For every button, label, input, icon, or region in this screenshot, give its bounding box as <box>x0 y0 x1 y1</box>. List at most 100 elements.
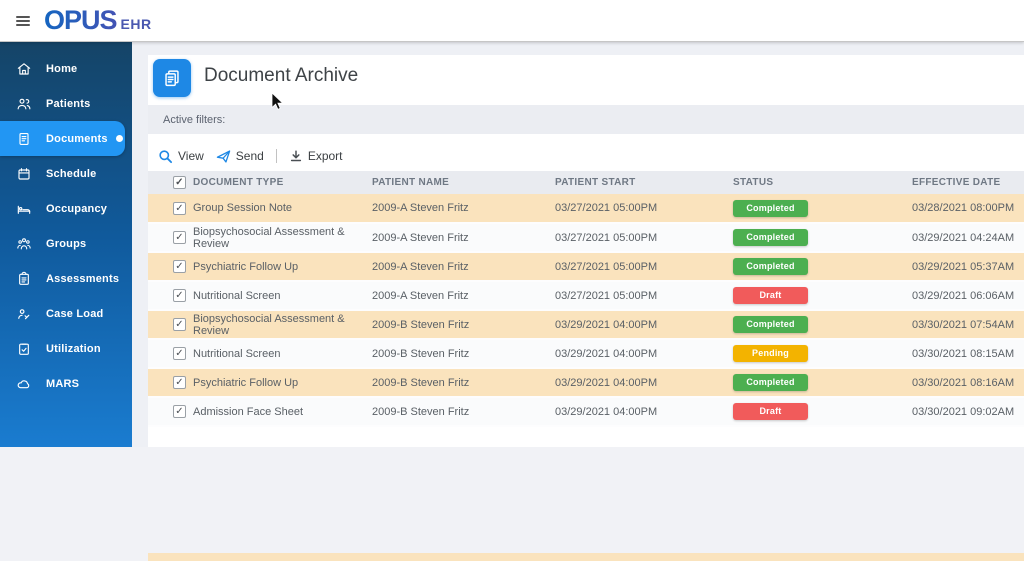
status-badge: Draft <box>733 403 808 420</box>
row-checkbox[interactable]: ✓ <box>173 202 186 215</box>
sidebar-item-mars[interactable]: MARS <box>0 366 132 401</box>
sidebar-item-occupancy[interactable]: Occupancy <box>0 191 132 226</box>
export-label: Export <box>308 149 343 163</box>
cell-document-type: Nutritional Screen <box>193 281 372 310</box>
patients-icon <box>16 95 33 112</box>
cell-patient-name: 2009-B Steven Fritz <box>372 339 555 368</box>
sidebar-item-patients[interactable]: Patients <box>0 86 132 121</box>
sidebar-item-label: Documents <box>46 133 108 145</box>
cell-patient-name: 2009-A Steven Fritz <box>372 194 555 223</box>
sidebar-item-home[interactable]: Home <box>0 51 132 86</box>
select-all-checkbox[interactable]: ✓ <box>173 176 186 189</box>
search-icon <box>158 149 173 164</box>
sidebar-item-label: Utilization <box>46 343 101 355</box>
status-badge: Completed <box>733 229 808 246</box>
column-patient-start[interactable]: PATIENT START <box>555 171 733 194</box>
status-badge: Completed <box>733 258 808 275</box>
toolbar-divider <box>276 149 277 163</box>
sidebar-item-label: Schedule <box>46 168 97 180</box>
cell-effective-date: 03/28/2021 08:00PM <box>912 194 1024 223</box>
caseload-icon <box>16 305 33 322</box>
cell-patient-start: 03/29/2021 04:00PM <box>555 339 733 368</box>
view-label: View <box>178 149 204 163</box>
active-filters-label: Active filters: <box>163 114 225 126</box>
cell-effective-date: 03/29/2021 06:06AM <box>912 281 1024 310</box>
row-checkbox[interactable]: ✓ <box>173 231 186 244</box>
status-badge: Completed <box>733 374 808 391</box>
cell-patient-name: 2009-B Steven Fritz <box>372 310 555 339</box>
cell-effective-date: 03/30/2021 09:02AM <box>912 397 1024 426</box>
top-bar: OPUS EHR <box>0 0 1024 42</box>
document-archive-icon <box>153 59 191 97</box>
column-status[interactable]: STATUS <box>733 171 912 194</box>
groups-icon <box>16 235 33 252</box>
cell-patient-start: 03/27/2021 05:00PM <box>555 223 733 252</box>
cell-patient-start: 03/27/2021 05:00PM <box>555 194 733 223</box>
column-document-type[interactable]: DOCUMENT TYPE <box>193 171 372 194</box>
cell-patient-name: 2009-A Steven Fritz <box>372 252 555 281</box>
home-icon <box>16 60 33 77</box>
sidebar-item-label: Patients <box>46 98 90 110</box>
sidebar-item-assessments[interactable]: Assessments <box>0 261 132 296</box>
view-button[interactable]: View <box>152 146 210 167</box>
cell-effective-date: 03/29/2021 05:37AM <box>912 252 1024 281</box>
table-row[interactable]: ✓ Group Session Note 2009-A Steven Fritz… <box>148 194 1024 223</box>
table-row[interactable]: ✓ Nutritional Screen 2009-A Steven Fritz… <box>148 281 1024 310</box>
active-dot <box>116 135 123 142</box>
main-content: Document Archive Active filters: View Se… <box>132 42 1024 447</box>
row-checkbox[interactable]: ✓ <box>173 260 186 273</box>
sidebar-item-utilization[interactable]: Utilization <box>0 331 132 366</box>
occupancy-icon <box>16 200 33 217</box>
cell-patient-name: 2009-A Steven Fritz <box>372 281 555 310</box>
cell-patient-name: 2009-A Steven Fritz <box>372 223 555 252</box>
cell-document-type: Psychiatric Follow Up <box>193 368 372 397</box>
logo-suffix: EHR <box>121 16 152 32</box>
column-effective-date[interactable]: EFFECTIVE DATE <box>912 171 1024 194</box>
send-button[interactable]: Send <box>210 146 270 167</box>
sidebar-item-documents[interactable]: Documents <box>0 121 125 156</box>
table-row[interactable]: ✓ Nutritional Screen 2009-B Steven Fritz… <box>148 339 1024 368</box>
sidebar-item-label: Occupancy <box>46 203 107 215</box>
row-checkbox[interactable]: ✓ <box>173 376 186 389</box>
cell-patient-name: 2009-B Steven Fritz <box>372 368 555 397</box>
table-row[interactable]: ✓ Psychiatric Follow Up 2009-A Steven Fr… <box>148 252 1024 281</box>
download-icon <box>289 149 303 163</box>
export-button[interactable]: Export <box>283 146 349 166</box>
mars-icon <box>16 375 33 392</box>
hamburger-menu-icon[interactable] <box>16 14 30 28</box>
status-badge: Pending <box>733 345 808 362</box>
table-row[interactable]: ✓ Psychiatric Follow Up 2009-B Steven Fr… <box>148 368 1024 397</box>
row-checkbox[interactable]: ✓ <box>173 318 186 331</box>
cell-document-type: Psychiatric Follow Up <box>193 252 372 281</box>
cell-effective-date: 03/30/2021 07:54AM <box>912 310 1024 339</box>
sidebar-item-case-load[interactable]: Case Load <box>0 296 132 331</box>
utilization-icon <box>16 340 33 357</box>
cell-patient-start: 03/27/2021 05:00PM <box>555 252 733 281</box>
cell-effective-date: 03/30/2021 08:16AM <box>912 368 1024 397</box>
sidebar-item-schedule[interactable]: Schedule <box>0 156 132 191</box>
row-checkbox[interactable]: ✓ <box>173 347 186 360</box>
partial-next-row <box>148 553 1024 561</box>
cell-patient-start: 03/29/2021 04:00PM <box>555 368 733 397</box>
cell-effective-date: 03/30/2021 08:15AM <box>912 339 1024 368</box>
cell-effective-date: 03/29/2021 04:24AM <box>912 223 1024 252</box>
sidebar-item-label: MARS <box>46 378 79 390</box>
sidebar-item-groups[interactable]: Groups <box>0 226 132 261</box>
documents-table: ✓ DOCUMENT TYPE PATIENT NAME PATIENT STA… <box>148 171 1024 427</box>
table-row[interactable]: ✓ Biopsychosocial Assessment & Review 20… <box>148 223 1024 252</box>
table-row[interactable]: ✓ Biopsychosocial Assessment & Review 20… <box>148 310 1024 339</box>
row-checkbox[interactable]: ✓ <box>173 289 186 302</box>
row-checkbox[interactable]: ✓ <box>173 405 186 418</box>
sidebar-item-label: Groups <box>46 238 86 250</box>
paper-plane-icon <box>216 149 231 164</box>
active-filters-bar: Active filters: <box>148 105 1024 134</box>
table-row[interactable]: ✓ Admission Face Sheet 2009-B Steven Fri… <box>148 397 1024 426</box>
cell-document-type: Biopsychosocial Assessment & Review <box>193 310 372 339</box>
cell-patient-start: 03/29/2021 04:00PM <box>555 397 733 426</box>
column-patient-name[interactable]: PATIENT NAME <box>372 171 555 194</box>
sidebar-item-label: Assessments <box>46 273 119 285</box>
cell-patient-start: 03/27/2021 05:00PM <box>555 281 733 310</box>
cell-document-type: Nutritional Screen <box>193 339 372 368</box>
send-label: Send <box>236 149 264 163</box>
logo-text: OPUS <box>44 5 117 36</box>
